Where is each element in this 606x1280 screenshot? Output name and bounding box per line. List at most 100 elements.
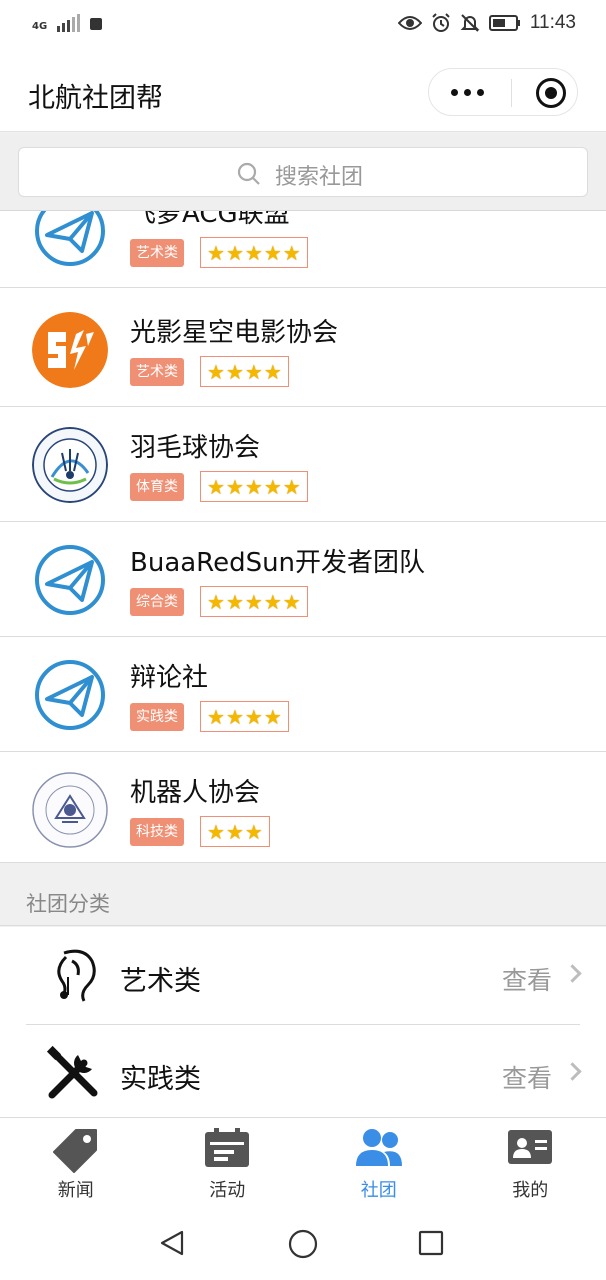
star-rating: ★ ★ ★ ★ ★ [200, 586, 308, 617]
club-item[interactable]: 机器人协会 科技类 ★ ★ ★ [0, 752, 606, 862]
star-rating: ★ ★ ★ ★ ★ [200, 237, 308, 268]
club-name: 辩论社 [130, 663, 209, 693]
tools-icon [46, 1045, 98, 1099]
club-item[interactable]: BuaaRedSun开发者团队 综合类 ★ ★ ★ ★ ★ [0, 522, 606, 637]
tab-label: 社团 [360, 1180, 397, 1201]
club-name: 飞萝ACG联盟 [130, 211, 290, 229]
club-name: 羽毛球协会 [130, 433, 261, 463]
star-icon: ★ [282, 474, 301, 499]
star-icon: ★ [282, 589, 301, 614]
category-row-art[interactable]: 艺术类 查看 [0, 927, 606, 1025]
star-rating: ★ ★ ★ ★ [200, 356, 289, 387]
category-row-practice[interactable]: 实践类 查看 [0, 1025, 606, 1123]
tab-clubs[interactable]: 社团 [303, 1118, 455, 1205]
star-icon: ★ [263, 589, 282, 614]
badminton-association-logo [32, 427, 108, 503]
status-bar: 4G 11:43 [0, 0, 606, 52]
star-rating: ★ ★ ★ ★ [200, 701, 289, 732]
club-name: 光影星空电影协会 [130, 318, 339, 348]
category-tag: 综合类 [130, 588, 184, 616]
club-name: BuaaRedSun开发者团队 [130, 548, 426, 578]
star-icon: ★ [244, 819, 263, 844]
page-title: 北航社团帮 [28, 83, 163, 114]
paper-plane-logo [32, 542, 108, 618]
star-icon: ★ [225, 474, 244, 499]
category-tag: 艺术类 [130, 239, 184, 267]
star-icon: ★ [207, 359, 225, 384]
home-icon[interactable] [288, 1229, 318, 1259]
search-bar: 搜索社团 [0, 133, 606, 211]
search-placeholder: 搜索社团 [275, 165, 364, 190]
back-icon[interactable] [158, 1229, 186, 1257]
art-icon [57, 949, 96, 1002]
capsule-divider [511, 79, 512, 107]
star-rating: ★ ★ ★ ★ ★ [200, 471, 308, 502]
star-icon: ★ [282, 240, 301, 265]
close-target-icon[interactable] [536, 78, 566, 108]
eye-icon [397, 16, 422, 30]
more-icon[interactable] [451, 89, 484, 96]
recents-icon[interactable] [418, 1230, 444, 1256]
clock: 11:43 [529, 12, 576, 33]
search-icon [237, 162, 260, 185]
view-link[interactable]: 查看 [502, 961, 552, 997]
calendar-icon [205, 1128, 250, 1167]
star-icon: ★ [244, 240, 263, 265]
system-nav-bar [0, 1205, 606, 1280]
signal-icon [57, 14, 81, 32]
chevron-right-icon [563, 1062, 582, 1081]
star-icon: ★ [225, 240, 244, 265]
club-item[interactable]: 辩论社 实践类 ★ ★ ★ ★ [0, 637, 606, 752]
tab-news[interactable]: 新闻 [0, 1118, 152, 1205]
star-rating: ★ ★ ★ [200, 816, 270, 847]
robot-association-logo [32, 772, 108, 848]
tab-label: 我的 [512, 1180, 549, 1201]
category-tag: 实践类 [130, 703, 184, 731]
section-header: 社团分类 [0, 862, 606, 926]
mini-program-capsule [428, 68, 578, 116]
star-icon: ★ [263, 474, 282, 499]
category-tag: 艺术类 [130, 358, 184, 386]
star-icon: ★ [244, 359, 263, 384]
star-icon: ★ [225, 819, 244, 844]
tab-activity[interactable]: 活动 [152, 1118, 304, 1205]
star-icon: ★ [244, 589, 263, 614]
star-icon: ★ [207, 240, 225, 265]
category-tag: 科技类 [130, 818, 184, 846]
tab-label: 新闻 [57, 1180, 94, 1201]
star-icon: ★ [207, 704, 225, 729]
chevron-right-icon [563, 964, 582, 983]
star-icon: ★ [207, 589, 225, 614]
category-tag: 体育类 [130, 473, 184, 501]
star-icon: ★ [263, 704, 282, 729]
people-icon [355, 1129, 402, 1166]
notification-icon [90, 18, 103, 30]
club-name: 机器人协会 [130, 778, 261, 808]
category-name: 实践类 [120, 1064, 201, 1095]
star-icon: ★ [225, 704, 244, 729]
network-label: 4G [32, 21, 48, 32]
star-icon: ★ [207, 474, 225, 499]
club-item[interactable]: 光影星空电影协会 艺术类 ★ ★ ★ ★ [0, 292, 606, 407]
view-link[interactable]: 查看 [502, 1059, 552, 1095]
paper-plane-logo [32, 211, 108, 269]
star-icon: ★ [225, 589, 244, 614]
star-icon: ★ [207, 819, 225, 844]
alarm-icon [432, 13, 450, 32]
club-item[interactable]: 飞萝ACG联盟 艺术类 ★ ★ ★ ★ ★ [0, 211, 606, 288]
battery-icon [488, 15, 520, 31]
network-indicator: 4G [32, 22, 47, 32]
paper-plane-logo [32, 657, 108, 733]
search-input[interactable]: 搜索社团 [18, 147, 588, 197]
movie-association-logo [32, 312, 108, 388]
star-icon: ★ [263, 359, 282, 384]
tag-icon [52, 1129, 97, 1173]
tab-label: 活动 [209, 1180, 246, 1201]
section-title: 社团分类 [26, 892, 110, 916]
nav-bar: 北航社团帮 [0, 52, 606, 132]
category-name: 艺术类 [120, 966, 201, 997]
tab-bar: 新闻 活动 社团 我的 [0, 1117, 606, 1205]
tab-me[interactable]: 我的 [455, 1118, 606, 1205]
club-item[interactable]: 羽毛球协会 体育类 ★ ★ ★ ★ ★ [0, 407, 606, 522]
star-icon: ★ [244, 474, 263, 499]
